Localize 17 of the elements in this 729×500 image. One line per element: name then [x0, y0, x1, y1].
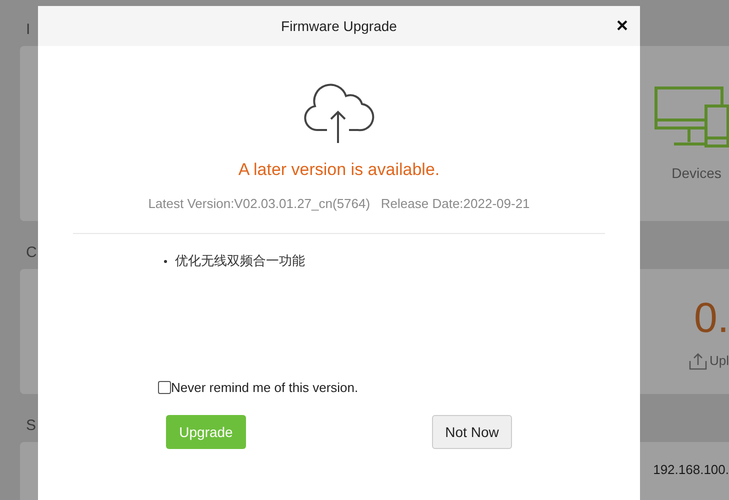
not-now-button[interactable]: Not Now — [432, 415, 512, 449]
never-remind-label: Never remind me of this version. — [171, 380, 358, 395]
stat-value: 0. — [694, 294, 729, 342]
version-info: Latest Version:V02.03.01.27_cn(5764) Release Date:2022-09-21 — [148, 196, 530, 211]
section-heading: I — [26, 20, 30, 40]
devices-label: Devices — [670, 165, 722, 181]
upload-icon — [689, 352, 708, 370]
update-message: A later version is available. — [238, 160, 440, 180]
ip-address: 192.168.100. — [653, 462, 729, 477]
never-remind-checkbox[interactable] — [158, 381, 171, 394]
upload-label: Upl — [709, 353, 729, 368]
section-heading: C — [26, 243, 37, 263]
close-button[interactable]: × — [616, 16, 628, 36]
section-heading: S — [26, 416, 36, 436]
dialog-title: Firmware Upgrade — [281, 18, 397, 34]
release-note: 优化无线双频合一功能 — [164, 252, 640, 270]
cloud-upload-icon — [303, 82, 375, 144]
